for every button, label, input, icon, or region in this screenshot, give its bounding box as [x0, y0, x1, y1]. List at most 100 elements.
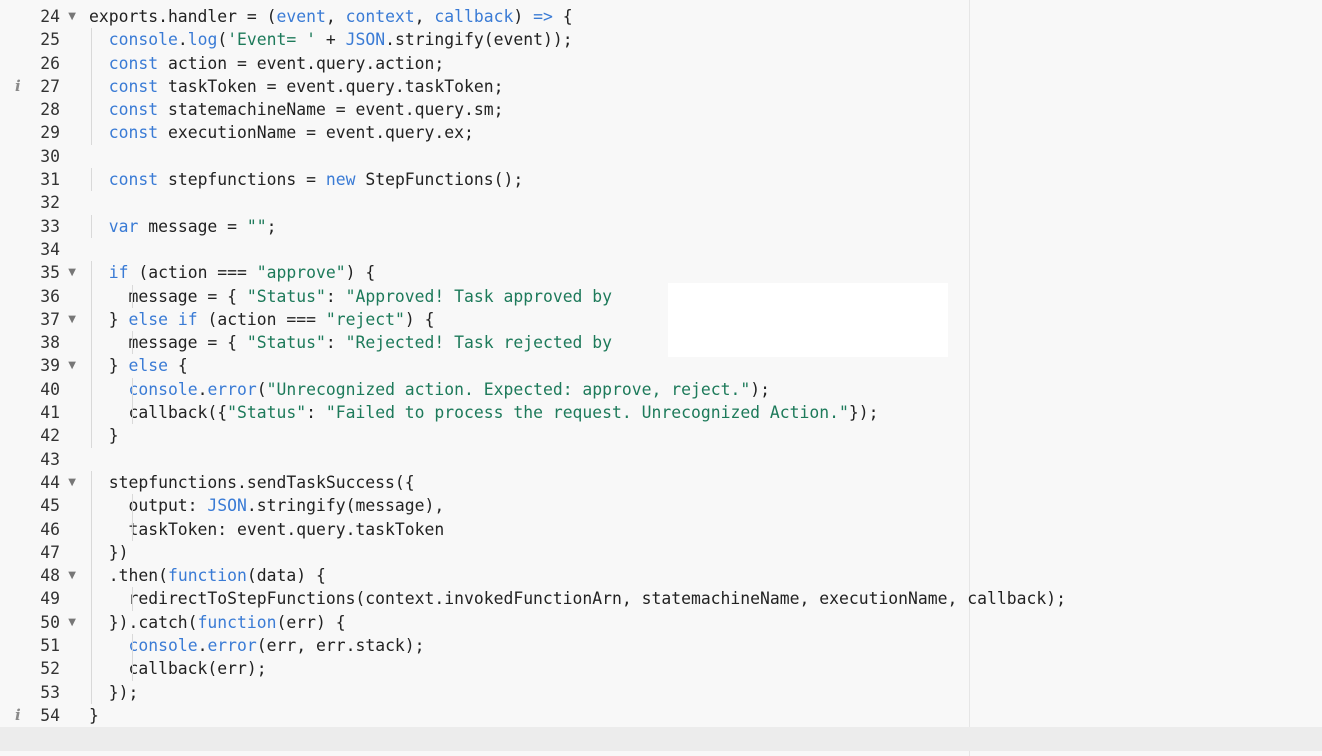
keyword-token: error — [207, 379, 257, 399]
code-editor[interactable]: 24 ▼ 25 26 i 27 28 29 30 31 32 33 34 35 ▼ 36 37 ▼ 38 39 ▼ 40 4… — [0, 0, 1322, 756]
fold-arrow-icon[interactable]: ▼ — [68, 5, 76, 28]
code-line[interactable]: var message = ""; — [89, 214, 1322, 238]
indent-guide — [91, 354, 92, 378]
redaction-box — [668, 283, 948, 357]
code-line[interactable]: const executionName = event.query.ex; — [89, 121, 1322, 145]
code-line[interactable] — [89, 238, 1322, 261]
code-token: message = — [138, 216, 247, 236]
code-token: + — [316, 30, 346, 50]
gutter-row: i 54 — [0, 704, 86, 727]
code-line[interactable]: } — [89, 424, 1322, 448]
line-number: 37 — [40, 309, 60, 329]
gutter-row: 33 — [0, 215, 86, 238]
keyword-token: const — [108, 123, 159, 143]
keyword-token: console — [128, 379, 198, 399]
gutter-row: 36 — [0, 285, 86, 308]
keyword-token: const — [108, 76, 159, 96]
gutter-row: 37 ▼ — [0, 308, 86, 331]
code-token: ) — [513, 7, 534, 26]
line-number: 30 — [40, 146, 60, 166]
code-line[interactable]: }).catch(function(err) { — [89, 610, 1322, 635]
fold-arrow-icon[interactable]: ▼ — [68, 471, 76, 494]
line-number: 31 — [40, 170, 60, 190]
code-line[interactable]: const stepfunctions = new StepFunctions(… — [89, 168, 1322, 192]
string-token: "Status" — [227, 403, 307, 423]
code-line[interactable]: console.error(err, err.stack); — [89, 634, 1322, 658]
code-token: (err, err.stack); — [256, 636, 425, 656]
code-line[interactable]: }) — [89, 540, 1322, 565]
indent-guide — [91, 424, 92, 448]
code-token: stepfunctions.sendTaskSuccess({ — [89, 472, 415, 492]
line-number-gutter: 24 ▼ 25 26 i 27 28 29 30 31 32 33 34 35 ▼ 36 37 ▼ 38 39 ▼ 40 4… — [0, 5, 86, 751]
code-line[interactable]: exports.handler = (event, context, callb… — [89, 5, 1322, 28]
code-line[interactable] — [0, 727, 1322, 751]
code-line[interactable]: taskToken: event.query.taskToken — [89, 517, 1322, 541]
indent-guide — [131, 377, 133, 402]
line-number: 33 — [40, 216, 60, 236]
code-line[interactable]: if (action === "approve") { — [89, 261, 1322, 285]
code-line[interactable]: output: JSON.stringify(message), — [89, 494, 1322, 518]
code-line[interactable]: const statemachineName = event.query.sm; — [89, 98, 1322, 122]
keyword-token: function — [197, 612, 277, 632]
keyword-token: log — [187, 30, 218, 50]
info-annotation-icon[interactable]: i — [15, 704, 21, 727]
line-number: 45 — [40, 496, 60, 516]
code-line[interactable] — [89, 448, 1322, 471]
line-number: 29 — [40, 123, 60, 143]
gutter-row: 47 — [0, 541, 86, 564]
gutter-row: 44 ▼ — [0, 471, 86, 494]
code-token: : — [325, 333, 346, 353]
keyword-token: const — [108, 100, 159, 120]
code-token: (action === — [128, 263, 257, 283]
code-token: callback(err); — [89, 659, 267, 679]
code-token: exports.handler = ( — [89, 7, 277, 26]
code-line[interactable]: console.error("Unrecognized action. Expe… — [89, 377, 1322, 402]
line-number: 46 — [40, 519, 60, 539]
fold-arrow-icon[interactable]: ▼ — [68, 611, 76, 634]
string-token: "Failed to process the request. Unrecogn… — [325, 403, 849, 423]
code-line[interactable]: const action = event.query.action; — [89, 51, 1322, 75]
fold-arrow-icon[interactable]: ▼ — [68, 308, 76, 331]
code-line[interactable]: console.log('Event= ' + JSON.stringify(e… — [89, 28, 1322, 52]
gutter-row: 51 — [0, 634, 86, 657]
line-number: 44 — [40, 472, 60, 492]
string-token: "Rejected! Task rejected by — [345, 333, 613, 353]
string-token: "Status" — [246, 286, 326, 306]
line-number: 50 — [40, 612, 60, 632]
code-area[interactable]: exports.handler = (event, context, callb… — [0, 5, 1322, 751]
info-annotation-icon[interactable]: i — [15, 75, 21, 98]
line-number: 27 — [40, 76, 60, 96]
keyword-token: error — [207, 636, 257, 656]
code-token: ) { — [404, 309, 435, 329]
code-token: }) — [89, 542, 129, 562]
string-token: "" — [246, 216, 267, 236]
code-line[interactable]: redirectToStepFunctions(context.invokedF… — [89, 587, 1322, 611]
code-line[interactable] — [89, 145, 1322, 168]
indent-guide — [131, 634, 133, 658]
gutter-row: 46 — [0, 518, 86, 541]
fold-arrow-icon[interactable]: ▼ — [68, 564, 76, 587]
indent-guide — [91, 680, 92, 704]
keyword-token: if — [108, 263, 129, 283]
indent-guide — [91, 51, 92, 75]
indent-guide — [91, 587, 92, 611]
code-line[interactable]: const taskToken = event.query.taskToken; — [89, 74, 1322, 99]
code-line[interactable]: } — [89, 704, 1322, 727]
code-line[interactable]: } else { — [89, 354, 1322, 378]
code-line[interactable]: callback(err); — [89, 657, 1322, 681]
fold-arrow-icon[interactable]: ▼ — [68, 354, 76, 377]
code-token: } — [89, 426, 119, 446]
code-line[interactable] — [89, 191, 1322, 214]
code-token: message = { — [89, 333, 247, 353]
indent-guide — [91, 168, 92, 192]
code-token: ); — [750, 379, 770, 399]
code-line[interactable]: .then(function(data) { — [89, 564, 1322, 588]
gutter-row: 25 — [0, 28, 86, 51]
gutter-row: 31 — [0, 168, 86, 191]
fold-arrow-icon[interactable]: ▼ — [68, 261, 76, 284]
code-line[interactable]: callback({"Status": "Failed to process t… — [89, 401, 1322, 425]
code-line[interactable]: }); — [89, 680, 1322, 704]
gutter-row: 30 — [0, 145, 86, 168]
code-line[interactable]: stepfunctions.sendTaskSuccess({ — [89, 470, 1322, 495]
